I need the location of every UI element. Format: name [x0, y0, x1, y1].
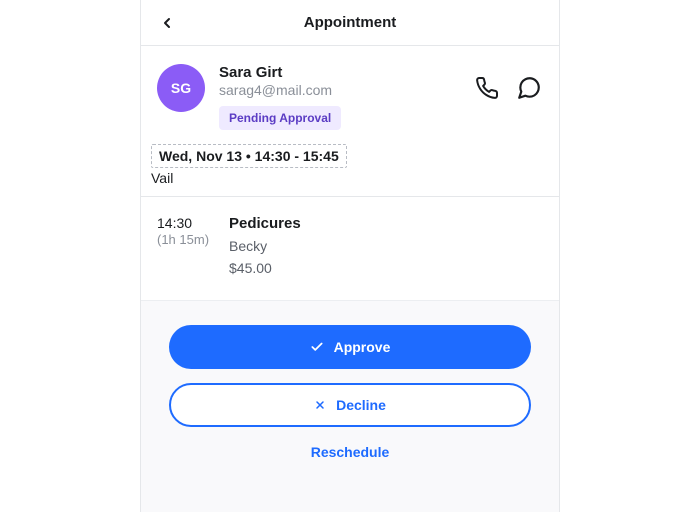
service-price: $45.00: [229, 260, 543, 276]
appointment-panel: Appointment SG Sara Girt sarag4@mail.com…: [140, 0, 560, 512]
service-start-time: 14:30: [157, 215, 229, 231]
service-time-block: 14:30 (1h 15m): [157, 215, 229, 276]
call-button[interactable]: [473, 74, 501, 102]
chevron-left-icon: [159, 15, 175, 31]
page-title: Appointment: [141, 14, 559, 31]
appointment-datetime[interactable]: Wed, Nov 13 • 14:30 - 15:45: [151, 144, 347, 168]
header-bar: Appointment: [141, 0, 559, 46]
service-duration: (1h 15m): [157, 232, 229, 247]
client-email: sarag4@mail.com: [219, 82, 473, 98]
decline-label: Decline: [336, 397, 386, 413]
service-name: Pedicures: [229, 215, 543, 232]
approve-button[interactable]: Approve: [169, 325, 531, 369]
service-info: Pedicures Becky $45.00: [229, 215, 543, 276]
client-section: SG Sara Girt sarag4@mail.com Pending App…: [141, 46, 559, 136]
approve-label: Approve: [334, 339, 391, 355]
decline-button[interactable]: Decline: [169, 383, 531, 427]
service-row: 14:30 (1h 15m) Pedicures Becky $45.00: [141, 197, 559, 300]
reschedule-label: Reschedule: [311, 444, 390, 460]
back-button[interactable]: [153, 9, 181, 37]
check-icon: [310, 340, 324, 354]
status-badge: Pending Approval: [219, 106, 341, 130]
chat-icon: [516, 75, 542, 101]
phone-icon: [475, 76, 499, 100]
x-icon: [314, 399, 326, 411]
contact-actions: [473, 64, 543, 102]
service-staff: Becky: [229, 238, 543, 254]
actions-section: Approve Decline Reschedule: [141, 300, 559, 512]
client-info: Sara Girt sarag4@mail.com Pending Approv…: [219, 64, 473, 130]
avatar[interactable]: SG: [157, 64, 205, 112]
chat-button[interactable]: [515, 74, 543, 102]
reschedule-button[interactable]: Reschedule: [169, 435, 531, 469]
appointment-location: Vail: [151, 170, 559, 186]
client-name: Sara Girt: [219, 64, 473, 81]
